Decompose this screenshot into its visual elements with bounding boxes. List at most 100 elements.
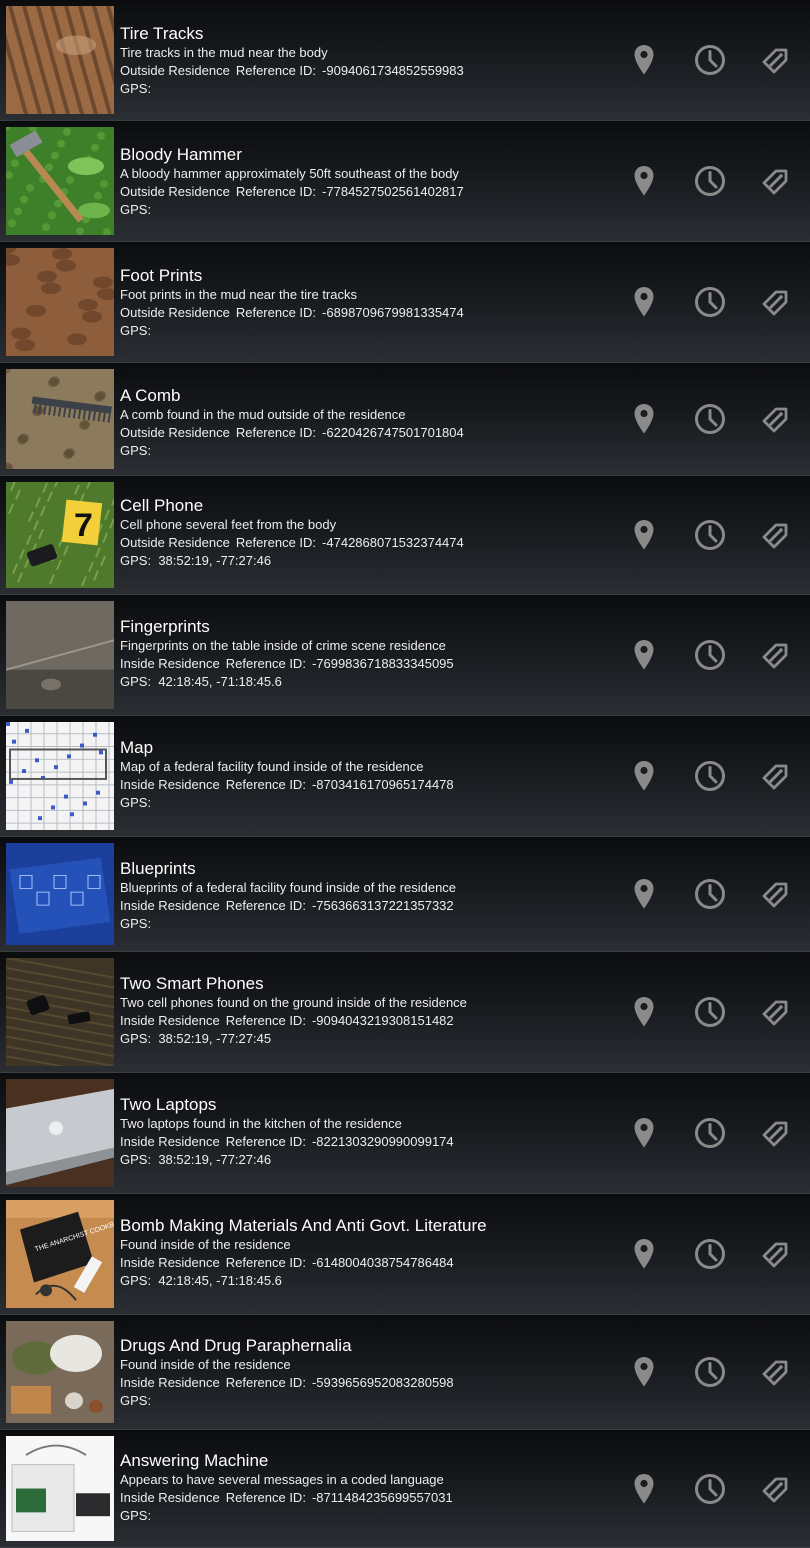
timestamp-button[interactable] bbox=[690, 756, 730, 796]
gps-label: GPS: bbox=[120, 202, 152, 217]
location-button[interactable] bbox=[624, 1234, 664, 1274]
evidence-thumbnail[interactable] bbox=[6, 1079, 114, 1187]
reference-id: -7699836718833345095 bbox=[311, 656, 454, 671]
evidence-thumbnail[interactable] bbox=[6, 722, 114, 830]
edit-button[interactable] bbox=[756, 282, 796, 322]
evidence-title: Map bbox=[120, 738, 154, 757]
evidence-location: Outside Residence bbox=[120, 184, 230, 199]
edit-button[interactable] bbox=[756, 1469, 796, 1509]
gps-value: 42:18:45, -71:18:45.6 bbox=[158, 1273, 282, 1288]
location-button[interactable] bbox=[624, 874, 664, 914]
timestamp-button[interactable] bbox=[690, 874, 730, 914]
location-button[interactable] bbox=[624, 399, 664, 439]
evidence-thumbnail[interactable]: THE ANARCHIST COOKBOOK bbox=[6, 1200, 114, 1308]
edit-button[interactable] bbox=[756, 1234, 796, 1274]
evidence-thumbnail[interactable] bbox=[6, 958, 114, 1066]
evidence-description: Two laptops found in the kitchen of the … bbox=[120, 1116, 402, 1131]
edit-tag-icon bbox=[760, 165, 792, 197]
location-button[interactable] bbox=[624, 1352, 664, 1392]
evidence-thumbnail[interactable]: 7 bbox=[6, 482, 114, 588]
evidence-row[interactable]: Two Laptops Two laptops found in the kit… bbox=[0, 1073, 810, 1194]
timestamp-button[interactable] bbox=[690, 1113, 730, 1153]
gps-label: GPS: bbox=[120, 674, 152, 689]
evidence-row[interactable]: Two Smart Phones Two cell phones found o… bbox=[0, 952, 810, 1073]
evidence-gps: GPS: bbox=[120, 442, 620, 460]
location-button[interactable] bbox=[624, 161, 664, 201]
evidence-thumbnail[interactable] bbox=[6, 843, 114, 945]
timestamp-button[interactable] bbox=[690, 399, 730, 439]
evidence-description: Map of a federal facility found inside o… bbox=[120, 759, 424, 774]
location-button[interactable] bbox=[624, 40, 664, 80]
evidence-row[interactable]: Foot Prints Foot prints in the mud near … bbox=[0, 242, 810, 363]
evidence-thumbnail[interactable] bbox=[6, 369, 114, 469]
evidence-title: A Comb bbox=[120, 386, 181, 405]
reference-label: Reference ID: bbox=[235, 425, 317, 440]
evidence-description: Foot prints in the mud near the tire tra… bbox=[120, 287, 357, 302]
evidence-location: Inside Residence bbox=[120, 1013, 220, 1028]
location-button[interactable] bbox=[624, 282, 664, 322]
evidence-thumbnail[interactable] bbox=[6, 601, 114, 709]
edit-button[interactable] bbox=[756, 40, 796, 80]
location-button[interactable] bbox=[624, 756, 664, 796]
evidence-row[interactable]: Bloody Hammer A bloody hammer approximat… bbox=[0, 121, 810, 242]
evidence-thumbnail[interactable] bbox=[6, 6, 114, 114]
evidence-thumbnail[interactable] bbox=[6, 248, 114, 356]
timestamp-button[interactable] bbox=[690, 515, 730, 555]
evidence-gps: GPS: bbox=[120, 1507, 620, 1525]
timestamp-button[interactable] bbox=[690, 40, 730, 80]
reference-label: Reference ID: bbox=[225, 1255, 306, 1270]
edit-button[interactable] bbox=[756, 992, 796, 1032]
evidence-row[interactable]: THE ANARCHIST COOKBOOK Bomb Making Mater… bbox=[0, 1194, 810, 1315]
edit-button[interactable] bbox=[756, 1352, 796, 1392]
gps-label: GPS: bbox=[120, 553, 152, 568]
evidence-row[interactable]: Blueprints Blueprints of a federal facil… bbox=[0, 837, 810, 952]
location-button[interactable] bbox=[624, 515, 664, 555]
timestamp-button[interactable] bbox=[690, 161, 730, 201]
gps-value: 42:18:45, -71:18:45.6 bbox=[158, 674, 282, 689]
evidence-row[interactable]: Answering Machine Appears to have severa… bbox=[0, 1430, 810, 1548]
location-button[interactable] bbox=[624, 635, 664, 675]
evidence-row[interactable]: A Comb A comb found in the mud outside o… bbox=[0, 363, 810, 476]
evidence-list: Tire Tracks Tire tracks in the mud near … bbox=[0, 0, 810, 1548]
location-button[interactable] bbox=[624, 992, 664, 1032]
timestamp-button[interactable] bbox=[690, 1469, 730, 1509]
edit-button[interactable] bbox=[756, 1113, 796, 1153]
evidence-row[interactable]: Map Map of a federal facility found insi… bbox=[0, 716, 810, 837]
evidence-actions bbox=[624, 595, 796, 715]
reference-id: -9094061734852559983 bbox=[322, 63, 464, 78]
evidence-row[interactable]: Drugs And Drug Paraphernalia Found insid… bbox=[0, 1315, 810, 1430]
edit-tag-icon bbox=[760, 1117, 792, 1149]
edit-button[interactable] bbox=[756, 756, 796, 796]
edit-button[interactable] bbox=[756, 515, 796, 555]
reference-label: Reference ID: bbox=[225, 1490, 306, 1505]
evidence-row[interactable]: Tire Tracks Tire tracks in the mud near … bbox=[0, 0, 810, 121]
evidence-description: Cell phone several feet from the body bbox=[120, 517, 337, 532]
timestamp-button[interactable] bbox=[690, 1234, 730, 1274]
timestamp-button[interactable] bbox=[690, 992, 730, 1032]
evidence-gps: GPS: 42:18:45, -71:18:45.6 bbox=[120, 1272, 620, 1290]
edit-tag-icon bbox=[760, 878, 792, 910]
evidence-description: Found inside of the residence bbox=[120, 1357, 291, 1372]
map-pin-icon bbox=[633, 1473, 655, 1505]
evidence-row[interactable]: 7 Cell Phone Cell phone several feet fro… bbox=[0, 476, 810, 595]
evidence-thumbnail[interactable] bbox=[6, 1321, 114, 1423]
edit-button[interactable] bbox=[756, 874, 796, 914]
evidence-title: Two Smart Phones bbox=[120, 974, 264, 993]
evidence-thumbnail[interactable] bbox=[6, 1436, 114, 1541]
reference-label: Reference ID: bbox=[235, 305, 317, 320]
edit-button[interactable] bbox=[756, 161, 796, 201]
location-button[interactable] bbox=[624, 1113, 664, 1153]
evidence-thumbnail[interactable] bbox=[6, 127, 114, 235]
evidence-row[interactable]: Fingerprints Fingerprints on the table i… bbox=[0, 595, 810, 716]
clock-icon bbox=[694, 403, 726, 435]
timestamp-button[interactable] bbox=[690, 282, 730, 322]
evidence-actions bbox=[624, 1315, 796, 1429]
location-button[interactable] bbox=[624, 1469, 664, 1509]
timestamp-button[interactable] bbox=[690, 1352, 730, 1392]
evidence-gps: GPS: 42:18:45, -71:18:45.6 bbox=[120, 673, 620, 691]
edit-button[interactable] bbox=[756, 635, 796, 675]
evidence-location-reference: Inside Residence Reference ID: -5939656952… bbox=[120, 1374, 620, 1392]
timestamp-button[interactable] bbox=[690, 635, 730, 675]
gps-label: GPS: bbox=[120, 1393, 152, 1408]
edit-button[interactable] bbox=[756, 399, 796, 439]
